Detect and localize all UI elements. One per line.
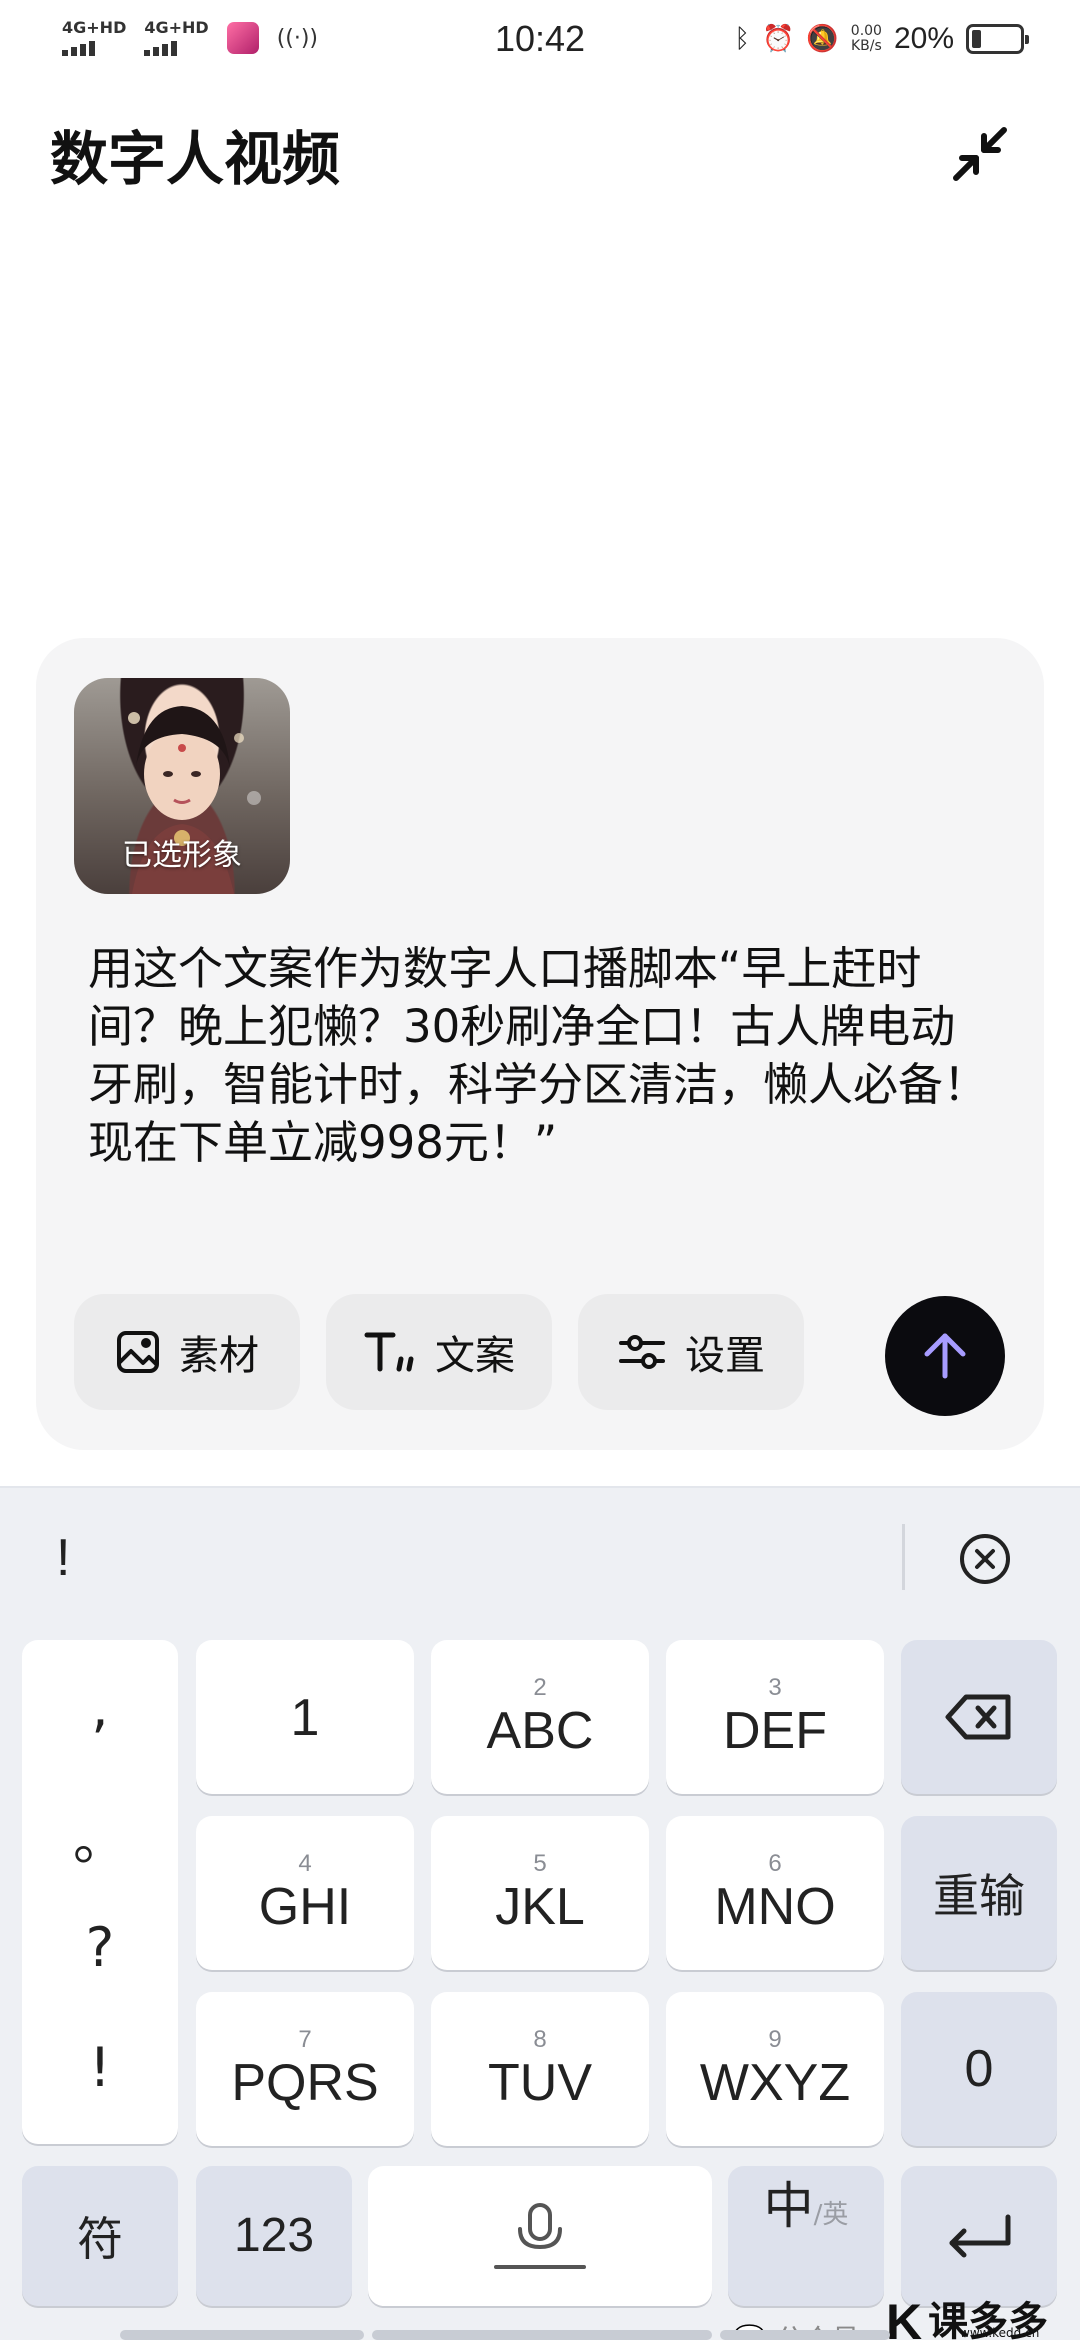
reinput-key[interactable]: 重输 [901, 1816, 1057, 1970]
symbols-key-label: 符 [77, 2212, 123, 2266]
settings-chip[interactable]: 设置 [578, 1294, 804, 1410]
collapse-arrows-icon [953, 127, 1007, 181]
net-speed-unit: KB/s [850, 38, 882, 54]
backspace-key[interactable] [901, 1640, 1057, 1794]
sliders-icon [617, 1329, 667, 1375]
prompt-input[interactable]: 用这个文案作为数字人口播脚本“早上赶时间？晚上犯懒？30秒刷净全口！古人牌电动牙… [88, 940, 988, 1172]
watermark-url: www.kedd.cn [960, 2326, 1040, 2340]
key-9-number: 9 [768, 2026, 782, 2053]
copywriting-chip-label: 文案 [435, 1333, 515, 1379]
gesture-bar-left [120, 2330, 364, 2340]
punct-question-key[interactable]: ? [22, 1916, 178, 1979]
key-7-label: PQRS [231, 2054, 379, 2112]
microphone-icon [494, 2203, 586, 2269]
key-2-abc[interactable]: 2 ABC [431, 1640, 649, 1794]
key-2-label: ABC [486, 1702, 594, 1760]
key-8-label: TUV [488, 2054, 592, 2112]
language-main-label: 中 [763, 2177, 814, 2235]
collapse-button[interactable] [944, 118, 1016, 190]
language-switch-key[interactable]: 中 /英 [728, 2166, 884, 2306]
avatar-label: 已选形象 [122, 838, 242, 873]
battery-percent: 20% [893, 22, 954, 55]
key-7-pqrs[interactable]: 7 PQRS [196, 1992, 414, 2146]
watermark-logo-k: K [886, 2294, 923, 2340]
send-button[interactable] [885, 1296, 1005, 1416]
status-right-group: ᛒ ⏰ 🔕 0.00 KB/s 20% [734, 22, 1029, 56]
key-5-jkl[interactable]: 5 JKL [431, 1816, 649, 1970]
close-candidates-button[interactable] [958, 1532, 1012, 1586]
key-2-number: 2 [533, 1674, 547, 1701]
gesture-bar-mid [372, 2330, 712, 2340]
punct-exclaim-key[interactable]: ! [22, 2036, 178, 2099]
key-5-label: JKL [495, 1878, 585, 1936]
key-9-wxyz[interactable]: 9 WXYZ [666, 1992, 884, 2146]
net-speed-value: 0.00 [850, 23, 882, 39]
key-3-def[interactable]: 3 DEF [666, 1640, 884, 1794]
key-0-label: 0 [964, 2040, 994, 2098]
numbers-key[interactable]: 123 [196, 2166, 352, 2306]
numbers-key-label: 123 [233, 2209, 315, 2262]
materials-chip-label: 素材 [179, 1333, 259, 1379]
close-circle-icon [960, 1534, 1010, 1584]
key-4-ghi[interactable]: 4 GHI [196, 1816, 414, 1970]
space-voice-key[interactable] [368, 2166, 712, 2306]
key-8-tuv[interactable]: 8 TUV [431, 1992, 649, 2146]
enter-key[interactable] [901, 2166, 1057, 2306]
battery-icon [966, 24, 1029, 54]
language-alt-label: /英 [813, 2200, 849, 2230]
image-icon [115, 1329, 161, 1375]
key-5-number: 5 [533, 1850, 547, 1877]
mute-icon: 🔕 [806, 24, 839, 54]
candidate-word[interactable]: ! [56, 1528, 70, 1588]
enter-arrow-icon [949, 2214, 1011, 2258]
selected-avatar[interactable]: 已选形象 [74, 678, 290, 894]
key-8-number: 8 [533, 2026, 547, 2053]
text-format-icon [363, 1329, 417, 1375]
net-speed: 0.00 KB/s [851, 24, 882, 54]
key-3-label: DEF [723, 1702, 827, 1760]
key-1-label: 1 [290, 1689, 320, 1747]
key-6-number: 6 [768, 1850, 782, 1877]
page-title: 数字人视频 [50, 125, 341, 193]
arrow-up-icon [924, 1333, 966, 1379]
status-bar: 4G+HD 4G+HD ((·)) 10:42 ᛒ ⏰ 🔕 0.00 KB/s … [0, 0, 1080, 80]
key-4-label: GHI [258, 1878, 352, 1936]
copywriting-chip[interactable]: 文案 [326, 1294, 552, 1410]
reinput-key-label: 重输 [933, 1869, 1025, 1923]
symbols-key[interactable]: 符 [22, 2166, 178, 2306]
candidate-divider [902, 1524, 905, 1590]
key-6-label: MNO [714, 1878, 836, 1936]
alarm-icon: ⏰ [762, 24, 795, 54]
bluetooth-icon: ᛒ [734, 24, 751, 54]
backspace-icon [945, 1694, 1011, 1740]
composer-card: 已选形象 用这个文案作为数字人口播脚本“早上赶时间？晚上犯懒？30秒刷净全口！古… [36, 638, 1044, 1450]
key-0[interactable]: 0 [901, 1992, 1057, 2146]
settings-chip-label: 设置 [685, 1333, 765, 1379]
punct-comma-key[interactable]: , [22, 1676, 178, 1739]
key-6-mno[interactable]: 6 MNO [666, 1816, 884, 1970]
key-4-number: 4 [298, 1850, 312, 1877]
materials-chip[interactable]: 素材 [74, 1294, 300, 1410]
key-7-number: 7 [298, 2026, 312, 2053]
punctuation-column[interactable]: , 。 ? ! [22, 1640, 178, 2144]
punct-period-key[interactable]: 。 [22, 1796, 178, 1875]
key-9-label: WXYZ [699, 2054, 851, 2112]
key-1[interactable]: 1 [196, 1640, 414, 1794]
battery-fill [972, 30, 981, 48]
key-3-number: 3 [768, 1674, 782, 1701]
gesture-bar-right [720, 2330, 890, 2340]
